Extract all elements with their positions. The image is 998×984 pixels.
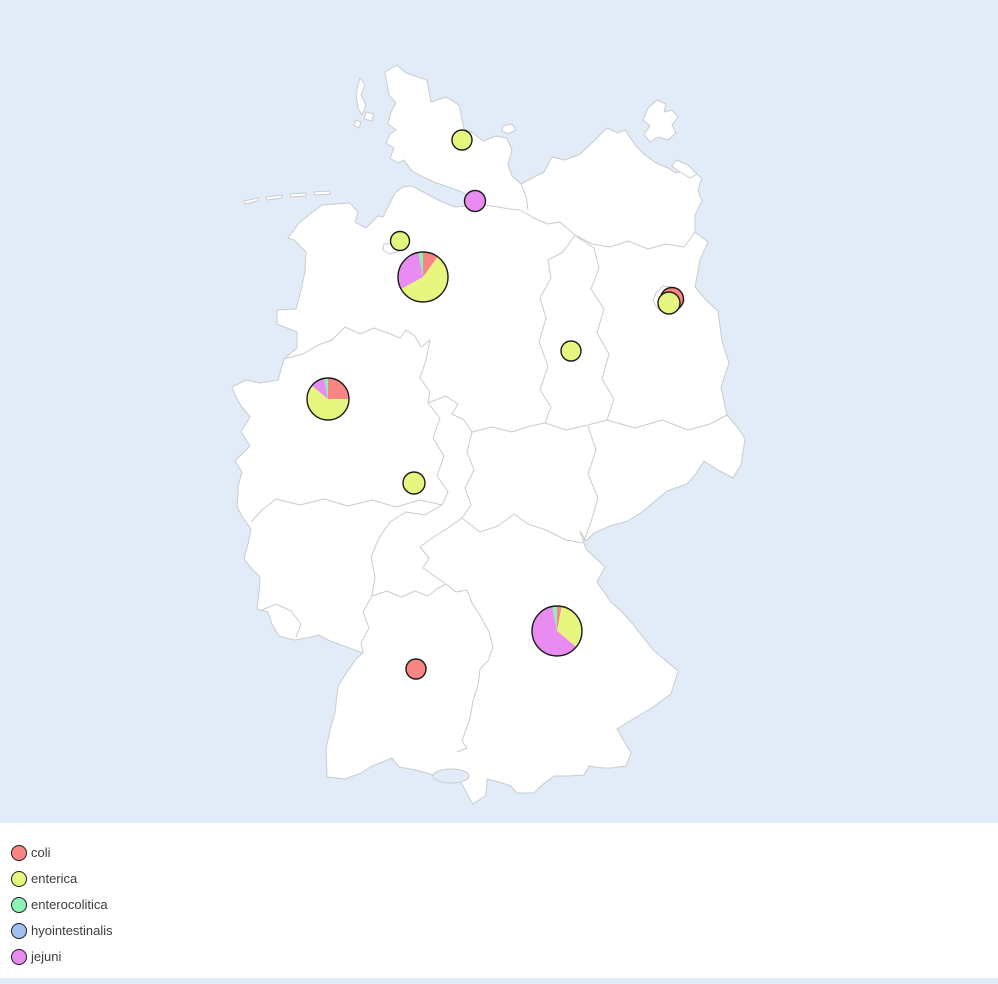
legend-label: enterica bbox=[31, 871, 77, 887]
legend-label: jejuni bbox=[31, 949, 61, 965]
legend-label: hyointestinalis bbox=[31, 923, 113, 939]
island-ruegen bbox=[643, 100, 678, 142]
hyointestinalis-swatch-icon bbox=[11, 923, 27, 939]
legend-item-hyointestinalis: hyointestinalis bbox=[11, 918, 998, 944]
germany-outline bbox=[232, 65, 745, 804]
island-amrum bbox=[354, 120, 361, 128]
water-background: { "theme": { "water_color": "#E1ECF8", "… bbox=[0, 0, 998, 984]
pie-berlin-enterica[interactable] bbox=[658, 292, 680, 314]
island-fehmarn bbox=[502, 124, 516, 134]
legend-item-enterocolitica: enterocolitica bbox=[11, 892, 998, 918]
pie-lower-saxony[interactable] bbox=[398, 252, 448, 302]
pie-baden-wuerttemberg[interactable] bbox=[406, 659, 426, 679]
island-east-frisian-2 bbox=[266, 195, 282, 200]
pie-slice-enterica bbox=[391, 232, 410, 251]
pie-slice-coli bbox=[406, 659, 426, 679]
pie-north-rhine-westphalia[interactable] bbox=[307, 378, 349, 420]
enterica-swatch-icon bbox=[11, 871, 27, 887]
island-east-frisian-3 bbox=[290, 193, 306, 197]
enterocolitica-swatch-icon bbox=[11, 897, 27, 913]
pie-bavaria[interactable] bbox=[532, 606, 582, 656]
island-foehr bbox=[364, 112, 374, 121]
legend-item-jejuni: jejuni bbox=[11, 944, 998, 970]
jejuni-swatch-icon bbox=[11, 949, 27, 965]
lake-constance bbox=[433, 769, 469, 783]
pie-hesse[interactable] bbox=[403, 472, 425, 494]
germany-mainland bbox=[232, 65, 745, 804]
island-sylt bbox=[356, 78, 366, 115]
pie-schleswig-holstein[interactable] bbox=[452, 130, 472, 150]
island-east-frisian-4 bbox=[314, 191, 330, 195]
pie-slice-enterica bbox=[561, 341, 581, 361]
pie-slice-enterica bbox=[403, 472, 425, 494]
germany-map bbox=[0, 0, 998, 823]
pie-slice-enterica bbox=[452, 130, 472, 150]
legend-label: enterocolitica bbox=[31, 897, 108, 913]
pie-bremen[interactable] bbox=[391, 232, 410, 251]
legend-label: coli bbox=[31, 845, 51, 861]
pie-saxony-anhalt[interactable] bbox=[561, 341, 581, 361]
legend: coli enterica enterocolitica hyointestin… bbox=[0, 823, 998, 978]
pie-hamburg[interactable] bbox=[465, 191, 486, 212]
coli-swatch-icon bbox=[11, 845, 27, 861]
legend-item-coli: coli bbox=[11, 840, 998, 866]
pie-slice-jejuni bbox=[465, 191, 486, 212]
pie-slice-enterica bbox=[658, 292, 680, 314]
island-east-frisian-1 bbox=[244, 198, 258, 204]
legend-item-enterica: enterica bbox=[11, 866, 998, 892]
map-viewport bbox=[0, 0, 998, 823]
